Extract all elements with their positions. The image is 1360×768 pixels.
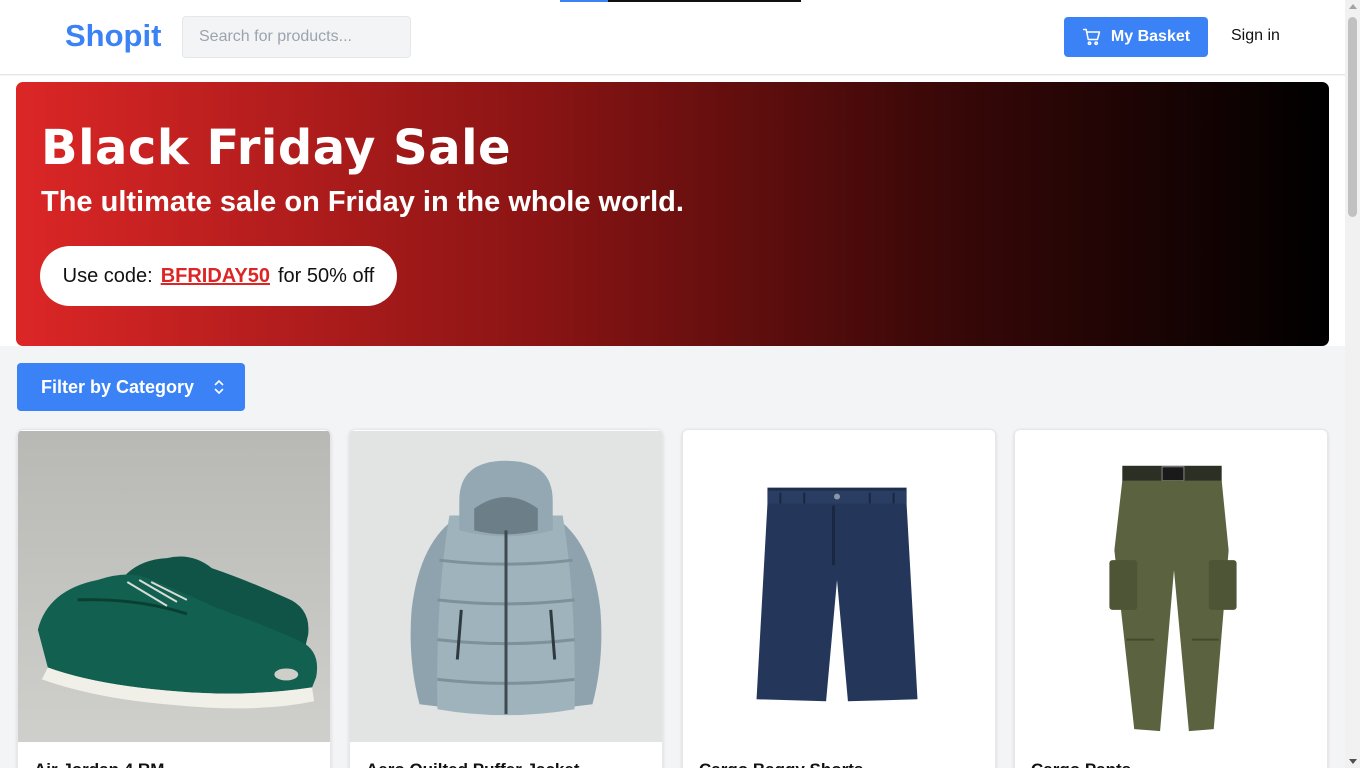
my-basket-label: My Basket (1110, 28, 1191, 45)
hero-subtitle: The ultimate sale on Friday in the whole… (41, 186, 684, 218)
product-name: Aero Quilted Puffer Jacket (366, 760, 580, 768)
product-name: Cargo Pants (1031, 760, 1131, 768)
filter-label: Filter by Category (41, 376, 195, 397)
cart-icon (1082, 28, 1101, 46)
page-scrollbar[interactable] (1345, 0, 1360, 768)
promo-code-suffix: for 50% off (278, 264, 375, 287)
product-name: Air Jordan 4 RM (34, 760, 164, 768)
product-card[interactable]: Cargo Baggy Shorts (682, 429, 996, 768)
product-image-navy-shorts (683, 430, 995, 743)
product-image-blue-puffer-jacket (350, 430, 662, 743)
loading-progress-bar (560, 0, 801, 2)
scroll-down-arrow-icon[interactable] (1349, 759, 1357, 764)
site-header: Shopit My Basket Sign in (0, 0, 1345, 75)
promo-code-prefix: Use code: (62, 264, 153, 287)
sign-in-link[interactable]: Sign in (1231, 27, 1280, 45)
scrollbar-thumb[interactable] (1348, 17, 1357, 217)
product-image-olive-cargo-pants (1015, 430, 1327, 743)
product-card[interactable]: Air Jordan 4 RM (17, 429, 331, 768)
hero-title: Black Friday Sale (41, 120, 512, 176)
product-card[interactable]: Cargo Pants (1014, 429, 1328, 768)
promo-code-link[interactable]: BFRIDAY50 (161, 265, 270, 288)
logo[interactable]: Shopit (65, 18, 161, 54)
filter-by-category-button[interactable]: Filter by Category (17, 363, 245, 411)
black-friday-banner: Black Friday Sale The ultimate sale on F… (16, 82, 1329, 346)
hero-section: Black Friday Sale The ultimate sale on F… (0, 76, 1345, 346)
chevron-updown-icon (214, 380, 224, 394)
promo-code-pill: Use code: BFRIDAY50 for 50% off (40, 246, 397, 306)
product-card[interactable]: Aero Quilted Puffer Jacket (349, 429, 663, 768)
loading-progress-fill (560, 0, 609, 2)
my-basket-button[interactable]: My Basket (1064, 17, 1208, 57)
product-image-green-sneakers (18, 430, 330, 743)
product-name: Cargo Baggy Shorts (699, 760, 863, 768)
scroll-up-arrow-icon[interactable] (1349, 4, 1357, 9)
search-input[interactable] (182, 16, 411, 58)
